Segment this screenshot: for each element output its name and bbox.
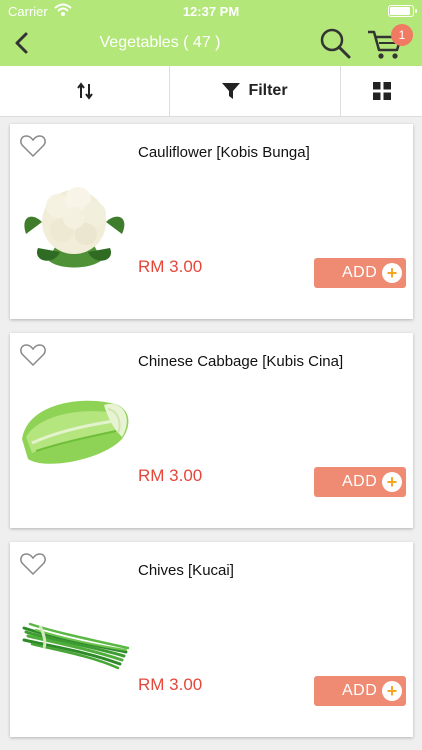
add-label: ADD bbox=[342, 473, 378, 490]
chinese-cabbage-image bbox=[22, 400, 129, 464]
product-name[interactable]: Chinese Cabbage [Kubis Cina] bbox=[138, 353, 343, 370]
heart-icon[interactable] bbox=[20, 343, 46, 367]
product-card[interactable]: Chinese Cabbage [Kubis Cina] RM 3.00 ADD… bbox=[10, 333, 413, 528]
filter-button[interactable]: Filter bbox=[170, 66, 341, 116]
grid-view-button[interactable] bbox=[341, 66, 422, 116]
page-title: Vegetables ( 47 ) bbox=[99, 34, 221, 51]
filter-label: Filter bbox=[248, 82, 288, 99]
filter-toolbar: Filter bbox=[0, 66, 422, 117]
sort-button[interactable] bbox=[0, 66, 170, 116]
status-time: 12:37 PM bbox=[182, 4, 240, 19]
product-card[interactable]: Chives [Kucai] RM 3.00 ADD + bbox=[10, 542, 413, 737]
sort-arrows-icon bbox=[76, 82, 93, 100]
add-to-cart-button[interactable]: ADD + bbox=[314, 676, 406, 706]
nav-bar: Vegetables ( 47 ) bbox=[0, 22, 422, 66]
back-arrow-icon[interactable] bbox=[8, 28, 36, 58]
funnel-icon bbox=[222, 83, 241, 99]
heart-icon[interactable] bbox=[20, 552, 46, 576]
heart-icon[interactable] bbox=[20, 134, 46, 158]
cauliflower-image bbox=[24, 187, 125, 268]
add-to-cart-button[interactable]: ADD + bbox=[314, 258, 406, 288]
search-icon[interactable] bbox=[318, 26, 352, 60]
plus-icon: + bbox=[382, 263, 402, 283]
plus-icon: + bbox=[382, 472, 402, 492]
product-name[interactable]: Chives [Kucai] bbox=[138, 562, 234, 579]
product-card[interactable]: Cauliflower [Kobis Bunga] RM 3.00 ADD + bbox=[10, 124, 413, 319]
plus-icon: + bbox=[382, 681, 402, 701]
app-header: Carrier 12:37 PM Vegetables ( 47 ) 1 bbox=[0, 0, 422, 66]
add-to-cart-button[interactable]: ADD + bbox=[314, 467, 406, 497]
cart-count-badge: 1 bbox=[391, 24, 413, 46]
product-price: RM 3.00 bbox=[138, 257, 203, 276]
product-name[interactable]: Cauliflower [Kobis Bunga] bbox=[138, 144, 310, 161]
product-price: RM 3.00 bbox=[138, 675, 203, 694]
product-price: RM 3.00 bbox=[138, 466, 203, 485]
add-label: ADD bbox=[342, 682, 378, 699]
battery-icon bbox=[388, 5, 417, 17]
grid-view-icon bbox=[372, 82, 391, 100]
add-label: ADD bbox=[342, 264, 378, 281]
chives-image bbox=[22, 622, 130, 670]
status-bar: Carrier 12:37 PM bbox=[0, 0, 422, 22]
